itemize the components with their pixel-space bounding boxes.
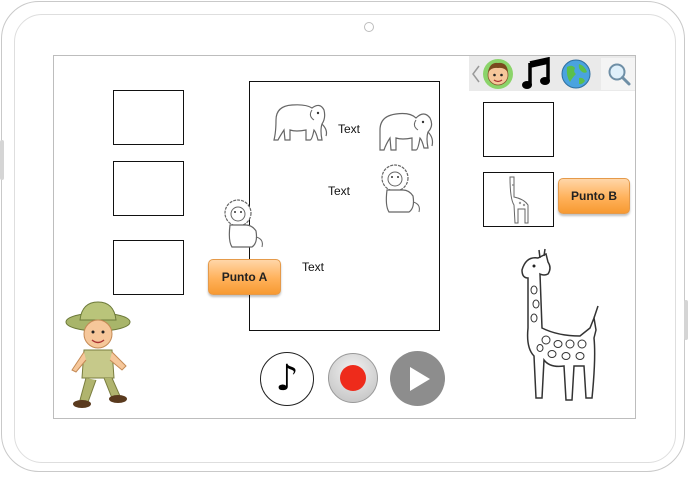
magnifier-icon[interactable] [601,58,635,90]
drop-box[interactable] [113,90,184,145]
drop-box[interactable] [483,102,554,157]
drop-box[interactable] [113,161,184,216]
lion-image[interactable] [218,197,268,251]
record-icon [340,365,366,391]
top-toolbar [469,56,635,91]
side-button [684,300,688,340]
text-label: Text [302,260,325,274]
side-button [0,140,4,180]
play-icon [410,366,430,391]
music-note-icon[interactable] [521,57,553,90]
note-button[interactable]: ♪ [260,352,314,406]
explorer-boy-illustration [65,301,131,408]
drop-box-giraffe[interactable] [483,172,554,227]
punto-b-button[interactable]: Punto B [558,178,630,214]
elephant-image[interactable] [268,96,330,148]
drop-box[interactable] [113,240,184,295]
camera-icon [364,22,374,32]
boy-face-icon[interactable] [482,58,514,90]
chevron-left-icon[interactable] [469,58,483,90]
record-button[interactable] [328,353,378,403]
play-button[interactable] [390,351,445,406]
globe-icon[interactable] [560,58,592,90]
lion-image[interactable] [375,162,425,216]
text-label: Text [328,184,351,198]
music-note-icon: ♪ [275,358,299,399]
elephant-image[interactable] [374,104,436,156]
giraffe-thumbnail [509,176,529,224]
text-label: Text [338,122,361,136]
giraffe-illustration [521,248,599,401]
app-screen: Text Text Text Punto A Punto B ♪ [53,55,636,419]
punto-a-button[interactable]: Punto A [208,259,281,295]
